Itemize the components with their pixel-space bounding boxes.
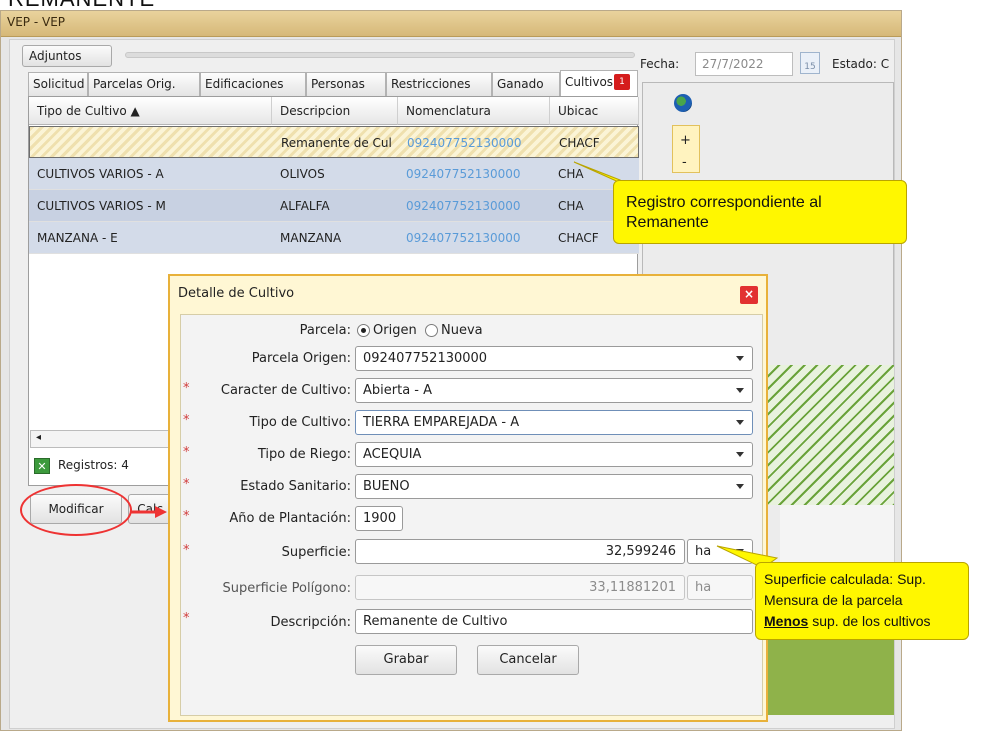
anio-plantacion-field[interactable]: 1900 [355,506,403,531]
highlight-oval [20,484,132,536]
table-row[interactable]: CULTIVOS VARIOS - A OLIVOS 0924077521300… [29,158,639,190]
callout-text: sup. de los cultivos [808,613,931,629]
excel-export-icon[interactable]: ✕ [34,458,50,474]
cancelar-button[interactable]: Cancelar [477,645,579,675]
chevron-down-icon [736,356,744,361]
tab-parcelas-orig[interactable]: Parcelas Orig. [88,72,200,96]
parcela-label: Parcela: [299,323,351,338]
tab-ganado[interactable]: Ganado [492,72,560,96]
cell-tipo [30,127,273,159]
cell-descripcion: ALFALFA [280,199,330,213]
window-title: VEP - VEP [7,15,66,29]
descripcion-label: Descripción: [270,615,351,630]
fecha-label: Fecha: [640,57,680,71]
chevron-down-icon [736,484,744,489]
fecha-field[interactable]: 27/7/2022 [695,52,793,76]
tipo-cultivo-value: TIERRA EMPAREJADA - A [363,415,520,430]
registros-count: Registros: 4 [58,458,129,472]
tipo-riego-value: ACEQUIA [363,447,422,462]
table-row[interactable]: Remanente de Cul 092407752130000 CHACF [29,126,639,158]
tab-personas[interactable]: Personas [306,72,386,96]
estado-label: Estado: C [832,57,890,71]
dialog-title: Detalle de Cultivo [178,286,295,301]
column-header-tipo[interactable]: Tipo de Cultivo ▲ [29,97,272,125]
parcela-origen-select[interactable]: 092407752130000 [355,346,753,371]
tab-restricciones[interactable]: Restricciones [386,72,492,96]
callout-superficie: Superficie calculada: Sup. Mensura de la… [755,562,969,640]
caracter-select[interactable]: Abierta - A [355,378,753,403]
superficie-poligono-field: 33,11881201 [355,575,685,600]
tab-edificaciones[interactable]: Edificaciones [200,72,306,96]
map-parcel-polygon [765,365,894,505]
callout-text: Mensura de la parcela [764,592,903,608]
superficie-poligono-unit: ha [687,575,753,600]
radio-nueva-label[interactable]: Nueva [441,323,483,338]
cell-tipo: CULTIVOS VARIOS - A [37,167,164,181]
anio-plantacion-label: Año de Plantación: [229,511,351,526]
cultivos-count-badge: 1 [614,74,630,90]
horizontal-scrollbar-top[interactable] [125,52,635,58]
estado-sanitario-select[interactable]: BUENO [355,474,753,499]
caracter-value: Abierta - A [363,383,433,398]
cell-descripcion: OLIVOS [280,167,325,181]
tipo-riego-label: Tipo de Riego: [257,447,351,462]
zoom-out-button[interactable]: - [682,155,687,170]
cell-nomenclatura: 092407752130000 [407,136,522,150]
superficie-unit-value: ha [695,544,712,559]
tipo-cultivo-select[interactable]: TIERRA EMPAREJADA - A [355,410,753,435]
column-header-nomenclatura[interactable]: Nomenclatura [398,97,550,125]
estado-sanitario-value: BUENO [363,479,410,494]
radio-origen-label[interactable]: Origen [373,323,417,338]
scroll-left-icon[interactable]: ◂ [36,432,41,443]
table-row[interactable]: CULTIVOS VARIOS - M ALFALFA 092407752130… [29,190,639,222]
cell-nomenclatura: 092407752130000 [406,167,521,181]
cell-descripcion: Remanente de Cul [281,136,392,150]
cell-ubicacion: CHACF [559,136,600,150]
column-header-ubicacion[interactable]: Ubicac [550,97,639,125]
chevron-down-icon [736,452,744,457]
callout-text: Registro correspondiente al [626,194,822,211]
parcela-origen-label: Parcela Origen: [251,351,351,366]
cell-descripcion: MANZANA [280,231,342,245]
cell-tipo: MANZANA - E [37,231,118,245]
pointer-arrow-icon [131,506,167,518]
callout-text: Superficie calculada: Sup. [764,571,926,587]
estado-sanitario-label: Estado Sanitario: [240,479,351,494]
superficie-label: Superficie: [281,545,351,560]
radio-nueva[interactable] [425,324,438,337]
radio-origen[interactable] [357,324,370,337]
title-bar: VEP - VEP [1,11,901,37]
superficie-field[interactable]: 32,599246 [355,539,685,564]
tipo-cultivo-label: Tipo de Cultivo: [249,415,351,430]
column-header-descripcion[interactable]: Descripcion [272,97,398,125]
adjuntos-button[interactable]: Adjuntos [22,45,112,67]
zoom-in-button[interactable]: + [680,133,691,148]
tipo-riego-select[interactable]: ACEQUIA [355,442,753,467]
chevron-down-icon [736,420,744,425]
table-row[interactable]: MANZANA - E MANZANA 092407752130000 CHAC… [29,222,639,254]
cell-nomenclatura: 092407752130000 [406,199,521,213]
callout-remanente: Registro correspondiente al Remanente [613,180,907,244]
tab-solicitud[interactable]: Solicitud [28,72,88,96]
descripcion-field[interactable]: Remanente de Cultivo [355,609,753,634]
grabar-button[interactable]: Grabar [355,645,457,675]
globe-icon[interactable] [674,94,692,112]
caracter-label: Caracter de Cultivo: [220,383,351,398]
callout-text-bold: Menos [764,613,809,629]
superficie-poligono-label: Superficie Polígono: [222,581,352,596]
parcela-origen-value: 092407752130000 [363,351,488,366]
cell-tipo: CULTIVOS VARIOS - M [37,199,166,213]
callout-text: Remanente [626,214,709,231]
grid-horizontal-scrollbar[interactable]: ◂ [30,430,170,448]
superficie-poligono-unit-value: ha [695,580,712,595]
dialog-form: Parcela: Origen Nueva Parcela Origen: 09… [180,314,763,716]
close-icon[interactable]: × [740,286,758,304]
detalle-cultivo-dialog: Detalle de Cultivo × Parcela: Origen Nue… [168,274,768,722]
calendar-icon[interactable]: 15 [800,52,820,74]
chevron-down-icon [736,388,744,393]
cell-nomenclatura: 092407752130000 [406,231,521,245]
